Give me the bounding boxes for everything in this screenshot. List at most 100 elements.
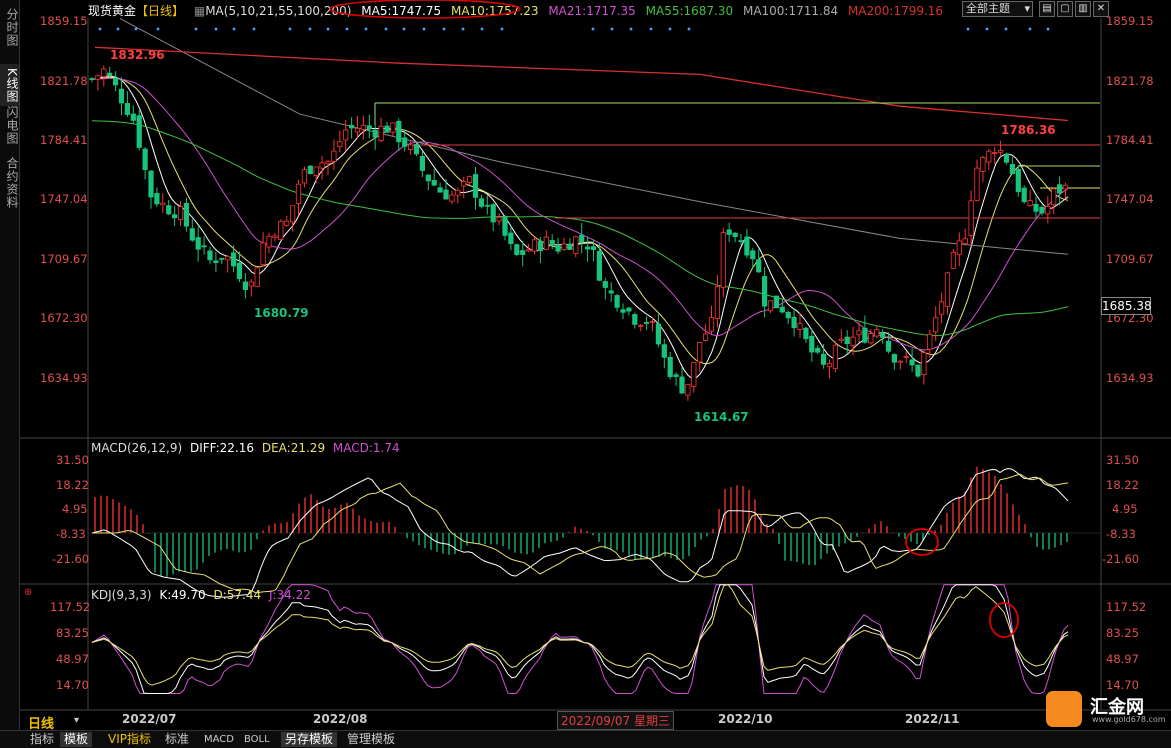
kdj-name[interactable]: KDJ(9,3,3) (91, 588, 152, 602)
candle-body (437, 187, 443, 193)
candle-body (714, 286, 721, 320)
signal-dot (591, 27, 595, 31)
candle-body (337, 141, 343, 148)
high-label: 1832.96 (110, 48, 165, 62)
signal-dot (116, 27, 120, 31)
candle-body (874, 329, 880, 337)
macd-name[interactable]: MACD(26,12,9) (91, 441, 182, 455)
kline-chart[interactable] (0, 0, 1171, 747)
candle-body (561, 243, 567, 251)
low-label: 1614.67 (694, 410, 749, 424)
candle-body (514, 244, 520, 255)
candle-body (679, 376, 685, 394)
candle-body (720, 232, 726, 288)
candle-body (219, 257, 225, 260)
candle-body (573, 236, 579, 254)
candle-body (703, 333, 709, 341)
candle-body (626, 307, 632, 312)
signal-dot (668, 27, 672, 31)
candle-body (478, 198, 485, 207)
candle-body (508, 232, 514, 244)
candle-body (490, 204, 496, 223)
tab-standard[interactable]: 标准 (161, 732, 193, 747)
macd-tick-right: -21.60 (1102, 552, 1140, 566)
chevron-down-icon[interactable]: ▾ (74, 715, 79, 726)
kdj-k: K:49.70 (159, 588, 206, 602)
save-template-button[interactable]: 另存模板 (281, 732, 338, 747)
price-tick-left: 1859.15 (40, 14, 88, 28)
manage-templates-button[interactable]: 管理模板 (343, 732, 399, 747)
signal-dot (1028, 27, 1032, 31)
kdj-title: KDJ(9,3,3) K:49.70 D:57.44 J:34.22 (91, 588, 315, 602)
kdj-tick-right: 117.52 (1106, 600, 1147, 614)
candle-body (343, 129, 349, 141)
macd-tick-left: 31.50 (56, 453, 89, 467)
candle-body (213, 260, 219, 264)
ma5-line (91, 75, 1069, 379)
candle-body (785, 311, 791, 319)
candle-body (1003, 153, 1010, 163)
candle-body (579, 234, 585, 243)
macd-tick-left: 4.95 (62, 502, 88, 516)
candle-body (909, 359, 915, 366)
candle-body (1051, 188, 1057, 206)
candle-body (585, 246, 591, 250)
kdj-tick-right: 14.70 (1106, 678, 1139, 692)
price-tick-right: 1634.93 (1106, 371, 1154, 385)
candle-body (348, 124, 355, 129)
candle-body (248, 281, 254, 287)
ma55-line (91, 120, 1069, 337)
candle-body (378, 125, 384, 141)
candle-body (832, 344, 839, 369)
macd-tick-left: -21.60 (52, 552, 90, 566)
kdj-tick-left: 14.70 (56, 678, 89, 692)
candle-body (1021, 187, 1027, 203)
candle-body (289, 205, 296, 223)
macd-tick-right: 31.50 (1106, 453, 1139, 467)
price-tick-right: 1784.41 (1106, 133, 1154, 147)
candle-body (862, 327, 868, 343)
tab-indicators[interactable]: 指标 (26, 732, 58, 747)
tab-macd[interactable]: MACD (200, 732, 238, 747)
price-tick-right: 1859.15 (1106, 14, 1154, 28)
candle-body (1039, 206, 1045, 214)
macd-panel (88, 466, 1101, 598)
candle-body (118, 88, 125, 104)
price-tick-left: 1747.04 (40, 192, 88, 206)
candle-body (797, 323, 803, 330)
candle-body (850, 336, 856, 347)
signal-dot (442, 27, 446, 31)
tab-boll[interactable]: BOLL (240, 732, 274, 747)
current-price-tag: 1685.38 (1101, 297, 1152, 315)
candle-body (933, 317, 939, 333)
kdj-tick-right: 83.25 (1106, 626, 1139, 640)
candle-body (1033, 203, 1039, 212)
candle-body (685, 384, 691, 396)
candle-body (95, 75, 101, 80)
candle-body (555, 244, 561, 252)
candle-body (154, 192, 160, 205)
candle-body (732, 232, 738, 238)
candle-body (496, 216, 502, 222)
candle-body (183, 202, 189, 227)
price-tick-left: 1709.67 (40, 252, 88, 266)
candle-body (779, 306, 785, 313)
candle-body (89, 78, 95, 80)
macd-dea: DEA:21.29 (261, 441, 326, 455)
candle-body (738, 240, 744, 242)
crosshair-date: 2022/09/07 星期三 (557, 711, 674, 730)
candle-body (767, 300, 774, 312)
x-tick: 2022/10 (718, 712, 773, 726)
tab-vip-indicators[interactable]: VIP指标 (104, 732, 155, 747)
signal-dot (134, 27, 138, 31)
highlight-ellipse-ma (329, 0, 521, 19)
macd-tick-left: -8.33 (56, 527, 86, 541)
macd-diff: DIFF:22.16 (189, 441, 255, 455)
signal-dot (610, 27, 614, 31)
tab-templates[interactable]: 模板 (60, 732, 93, 747)
ma200-line (94, 46, 1069, 122)
candle-body (402, 137, 408, 147)
kdj-settings-icon[interactable]: ⊕ (24, 587, 32, 598)
macd-tick-right: 4.95 (1112, 502, 1138, 516)
candle-body (207, 250, 213, 261)
